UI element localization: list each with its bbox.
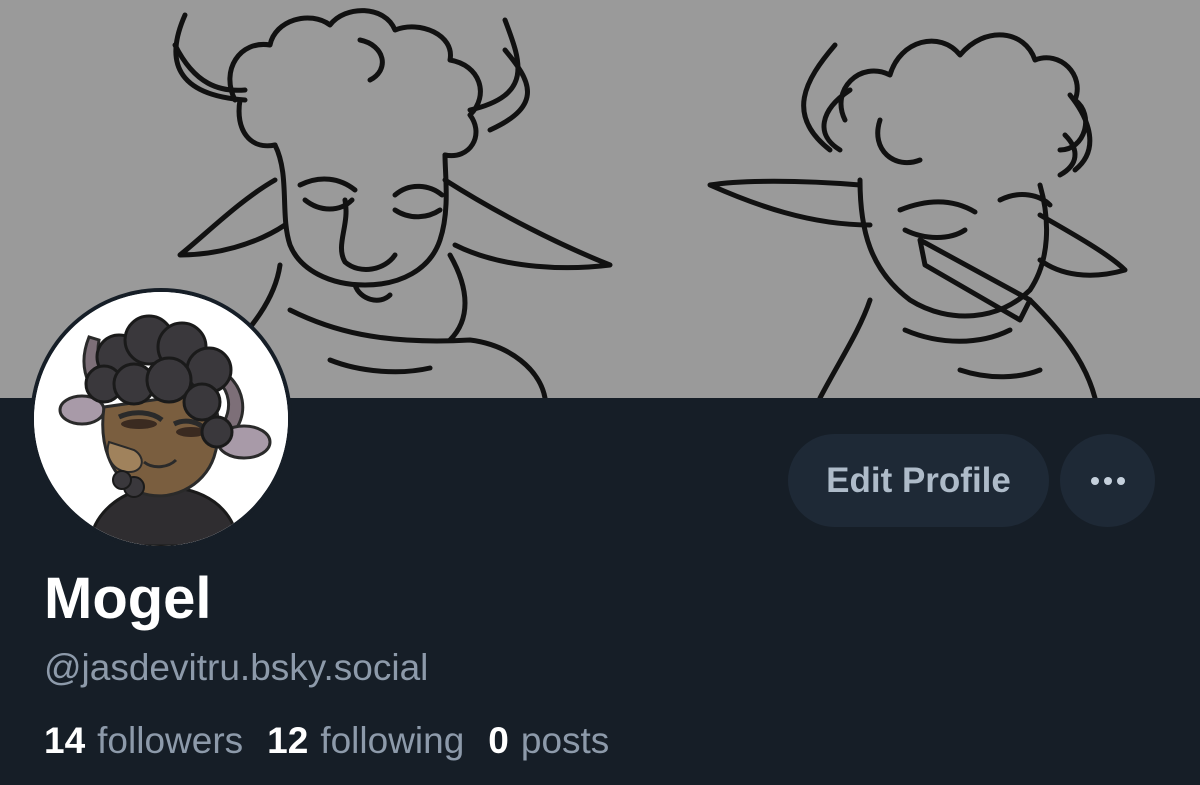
following-label: following (320, 720, 465, 761)
posts-count: 0 (488, 720, 509, 761)
profile-stats: 14 followers 12 following 0 posts (44, 716, 609, 766)
posts-label: posts (520, 720, 610, 761)
ellipsis-icon (1090, 476, 1125, 485)
display-name: Mogel (44, 566, 212, 631)
avatar-image (34, 292, 288, 546)
followers-label: followers (97, 720, 244, 761)
more-options-button[interactable] (1060, 434, 1155, 527)
avatar[interactable] (30, 288, 292, 550)
following-count: 12 (267, 720, 309, 761)
profile-handle: @jasdevitru.bsky.social (44, 647, 429, 688)
posts-stat: 0 posts (488, 716, 609, 766)
followers-count: 14 (44, 720, 86, 761)
following-stat[interactable]: 12 following (267, 716, 464, 766)
edit-profile-button[interactable]: Edit Profile (788, 434, 1049, 527)
followers-stat[interactable]: 14 followers (44, 716, 243, 766)
